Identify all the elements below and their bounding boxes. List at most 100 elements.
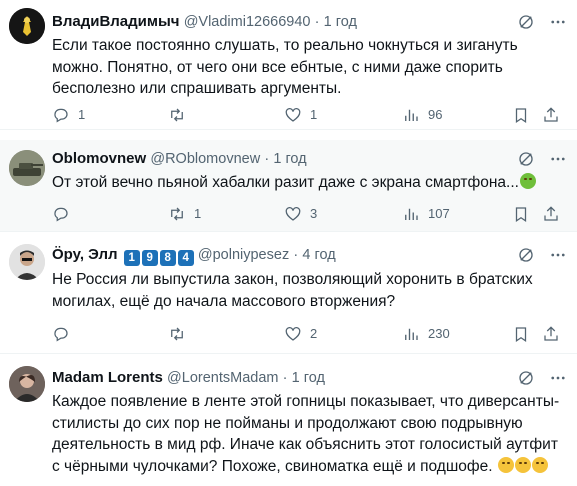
reply-icon [54, 327, 68, 342]
grok-icon[interactable] [517, 13, 535, 31]
share-icon [544, 107, 558, 122]
repost-button[interactable] [168, 324, 194, 344]
post-text: Каждое появление в ленте этой гопницы по… [52, 393, 560, 475]
bookmark-button[interactable] [512, 324, 530, 344]
post-4[interactable]: Madam Lorents @LorentsMadam · 1 год Кажд… [0, 354, 577, 486]
share-button[interactable] [542, 105, 560, 125]
share-button[interactable] [542, 204, 560, 224]
bookmark-icon [515, 327, 527, 342]
grok-icon[interactable] [517, 369, 535, 387]
post-time[interactable]: 1 год [292, 370, 325, 386]
post-text: Если такое постоянно слушать, то реально… [52, 37, 518, 97]
like-button[interactable]: 2 [284, 324, 317, 344]
views-count: 107 [428, 206, 450, 221]
like-count: 2 [310, 326, 318, 341]
share-icon [544, 206, 558, 221]
avatar[interactable] [9, 8, 45, 44]
like-button[interactable]: 1 [284, 105, 317, 125]
rolling-on-floor-laughing-emoji [531, 456, 548, 473]
author-name[interactable]: Madam Lorents [52, 369, 163, 386]
views-icon [405, 109, 418, 121]
post-header-icons [517, 12, 567, 32]
separator-dot: · [293, 247, 299, 263]
more-icon[interactable] [549, 13, 567, 31]
author-name[interactable]: Öру, Элл [52, 246, 118, 263]
post-actions: 2 230 [52, 324, 567, 344]
number-badge: 1 [123, 250, 140, 266]
post-time[interactable]: 1 год [324, 14, 357, 30]
more-icon[interactable] [549, 246, 567, 264]
number-badge: 8 [159, 250, 176, 266]
author-name[interactable]: Oblomovnew [52, 150, 146, 167]
reply-button[interactable] [52, 204, 78, 224]
author-handle[interactable]: @Vladimi12666940 [184, 14, 311, 30]
post-text: Не Россия ли выпустила закон, позволяющи… [52, 271, 533, 310]
post-time[interactable]: 4 год [302, 247, 335, 263]
repost-button[interactable]: 1 [168, 204, 201, 224]
share-button[interactable] [542, 324, 560, 344]
username-badges: 1984 [122, 246, 198, 266]
bookmark-button[interactable] [512, 105, 530, 125]
post-3[interactable]: Öру, Элл 1984 @polniypesez · 4 год Не Ро… [0, 232, 577, 354]
avatar[interactable] [9, 366, 45, 402]
rolling-on-floor-laughing-emoji [497, 456, 514, 473]
like-button[interactable]: 3 [284, 204, 317, 224]
post-text-line: От этой вечно пьяной хабалки разит даже … [52, 172, 563, 194]
post-header: ВладиВладимыч @Vladimi12666940 · 1 год [52, 12, 529, 32]
grok-icon[interactable] [517, 246, 535, 264]
reply-icon [54, 207, 68, 222]
author-handle[interactable]: @LorentsMadam [167, 370, 278, 386]
reply-count: 1 [78, 107, 86, 122]
separator-dot: · [264, 151, 270, 167]
repost-icon [171, 108, 183, 122]
separator-dot: · [314, 14, 320, 30]
bookmark-icon [515, 108, 527, 123]
post-time[interactable]: 1 год [273, 151, 306, 167]
repost-icon [171, 207, 183, 221]
post-header-icons [517, 368, 567, 388]
number-badge: 4 [177, 250, 194, 266]
post-text-block: Каждое появление в ленте этой гопницы по… [52, 391, 563, 477]
avatar[interactable] [9, 244, 45, 280]
views-button[interactable]: 96 [402, 105, 442, 125]
post-1[interactable]: ВладиВладимыч @Vladimi12666940 · 1 год Е… [0, 0, 577, 130]
author-handle[interactable]: @ROblomovnew [150, 151, 260, 167]
number-badge: 9 [141, 250, 158, 266]
reply-button[interactable] [52, 324, 78, 344]
post-header-icons [517, 245, 567, 265]
views-icon [405, 208, 418, 220]
views-count: 96 [428, 107, 443, 122]
post-actions: 1 1 96 [52, 105, 567, 125]
post-text: От этой вечно пьяной хабалки разит даже … [52, 174, 519, 191]
share-icon [544, 326, 558, 341]
heart-icon [285, 206, 301, 221]
grok-icon[interactable] [517, 150, 535, 168]
heart-icon [285, 107, 301, 122]
author-handle[interactable]: @polniypesez [198, 247, 289, 263]
reply-button[interactable]: 1 [52, 105, 85, 125]
like-count: 1 [310, 107, 318, 122]
author-name[interactable]: ВладиВладимыч [52, 13, 180, 30]
views-icon [405, 328, 418, 340]
rolling-on-floor-laughing-emoji [514, 456, 531, 473]
repost-icon [171, 327, 183, 341]
bookmark-button[interactable] [512, 204, 530, 224]
bookmark-icon [515, 207, 527, 222]
separator-dot: · [282, 370, 288, 386]
post-2[interactable]: Oblomovnew @ROblomovnew · 1 год От этой … [0, 140, 577, 232]
views-count: 230 [428, 326, 450, 341]
more-icon[interactable] [549, 369, 567, 387]
avatar[interactable] [9, 150, 45, 186]
like-count: 3 [310, 206, 318, 221]
repost-button[interactable] [168, 105, 194, 125]
reply-icon [54, 108, 68, 123]
post-header: Öру, Элл 1984 @polniypesez · 4 год [52, 245, 529, 266]
views-button[interactable]: 230 [402, 324, 450, 344]
post-actions: 1 3 107 [52, 204, 567, 224]
post-header: Oblomovnew @ROblomovnew · 1 год [52, 149, 529, 169]
post-header-icons [517, 149, 567, 169]
more-icon[interactable] [549, 150, 567, 168]
views-button[interactable]: 107 [402, 204, 450, 224]
heart-icon [285, 326, 301, 341]
nauseated-face-emoji [519, 173, 536, 189]
